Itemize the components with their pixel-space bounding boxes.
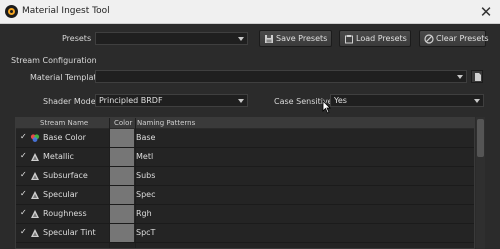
chevron-down-icon: [238, 99, 244, 103]
naming-pattern[interactable]: Base: [136, 133, 155, 142]
chevron-down-icon: [457, 75, 463, 79]
window-title: Material Ingest Tool: [22, 6, 110, 16]
grayscale-icon: [31, 229, 39, 237]
color-swatch[interactable]: [110, 224, 134, 242]
stream-name: Subsurface: [43, 171, 88, 180]
clear-icon: [424, 34, 434, 44]
shader-model-label: Shader Model: [43, 97, 98, 106]
naming-pattern[interactable]: Subs: [136, 171, 155, 180]
enabled-checkbox[interactable]: ✓: [20, 227, 27, 236]
case-sensitive-dropdown[interactable]: Yes: [330, 94, 484, 107]
mouse-cursor-icon: [322, 100, 331, 114]
stream-name: Metallic: [43, 152, 74, 161]
color-swatch[interactable]: [110, 167, 134, 185]
stream-table: Stream Name Color Naming Patterns ✓ Base…: [15, 117, 475, 249]
enabled-checkbox[interactable]: ✓: [20, 189, 27, 198]
stream-name: Specular: [43, 190, 78, 199]
enabled-checkbox[interactable]: ✓: [20, 132, 27, 141]
load-icon: [345, 35, 353, 44]
save-icon: [265, 35, 273, 43]
naming-pattern[interactable]: Spec: [136, 190, 155, 199]
enabled-checkbox[interactable]: ✓: [20, 170, 27, 179]
save-presets-button[interactable]: Save Presets: [259, 30, 332, 47]
material-template-dropdown[interactable]: [95, 70, 467, 83]
naming-pattern[interactable]: Metl: [136, 152, 153, 161]
table-row[interactable]: ✓ Subsurface Subs: [16, 167, 474, 186]
column-header-naming-patterns[interactable]: Naming Patterns: [137, 119, 195, 127]
browse-template-button[interactable]: [471, 70, 483, 83]
grayscale-icon: [31, 210, 39, 218]
table-row[interactable]: ✓ Specular Tint SpcT: [16, 224, 474, 243]
stream-configuration-heading: Stream Configuration: [11, 56, 97, 65]
color-swatch[interactable]: [110, 148, 134, 166]
naming-pattern[interactable]: Rgh: [136, 209, 152, 218]
material-template-label: Material Template: [30, 73, 102, 82]
rgb-icon: [30, 134, 40, 142]
scrollbar-thumb[interactable]: [477, 119, 484, 157]
table-row[interactable]: ✓ Metallic Metl: [16, 148, 474, 167]
presets-label: Presets: [62, 34, 92, 43]
color-swatch[interactable]: [110, 129, 134, 147]
clear-presets-button[interactable]: Clear Presets: [419, 30, 489, 47]
close-icon[interactable]: ✕: [478, 4, 494, 20]
naming-pattern[interactable]: SpcT: [136, 228, 155, 237]
shader-model-dropdown[interactable]: Principled BRDF: [95, 94, 248, 107]
shader-model-value: Principled BRDF: [99, 96, 163, 105]
app-logo-icon: [5, 5, 18, 18]
stream-name: Specular Tint: [43, 228, 96, 237]
table-row[interactable]: ✓ Base Color Base: [16, 129, 474, 148]
table-scrollbar[interactable]: [476, 117, 485, 249]
load-presets-label: Load Presets: [356, 34, 407, 43]
grayscale-icon: [31, 172, 39, 180]
table-header: Stream Name Color Naming Patterns: [16, 118, 474, 129]
color-swatch[interactable]: [110, 205, 134, 223]
clear-presets-label: Clear Presets: [436, 34, 489, 43]
color-swatch[interactable]: [110, 186, 134, 204]
file-icon: [475, 73, 481, 81]
chevron-down-icon: [474, 99, 480, 103]
save-presets-label: Save Presets: [276, 34, 328, 43]
column-header-stream-name[interactable]: Stream Name: [40, 119, 88, 127]
table-row[interactable]: ✓ Roughness Rgh: [16, 205, 474, 224]
grayscale-icon: [31, 191, 39, 199]
stream-name: Roughness: [43, 209, 87, 218]
chevron-down-icon: [238, 37, 244, 41]
load-presets-button[interactable]: Load Presets: [339, 30, 411, 47]
enabled-checkbox[interactable]: ✓: [20, 208, 27, 217]
presets-dropdown[interactable]: [95, 32, 248, 45]
grayscale-icon: [31, 153, 39, 161]
stream-name: Base Color: [43, 133, 86, 142]
enabled-checkbox[interactable]: ✓: [20, 151, 27, 160]
table-row[interactable]: ✓ Specular Spec: [16, 186, 474, 205]
case-sensitive-value: Yes: [334, 96, 347, 105]
column-header-color[interactable]: Color: [114, 119, 132, 127]
